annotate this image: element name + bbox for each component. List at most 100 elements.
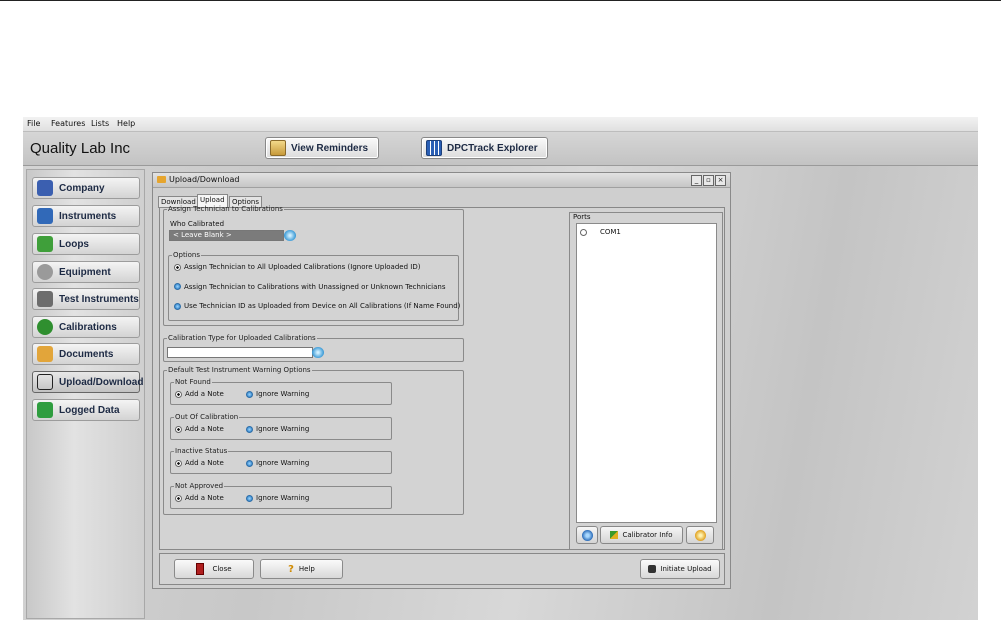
option-label-all: Assign Technician to All Uploaded Calibr… [184,263,421,271]
chevron-down-icon[interactable] [284,230,296,241]
close-label: Close [212,565,232,573]
close-button[interactable]: Close [174,559,254,579]
ports-list: COM1 [576,223,717,523]
sidebar-item-label: Calibrations [59,321,117,333]
warning-group-title: Out Of Calibration [175,413,239,421]
sidebar-item-test-instruments[interactable]: Test Instruments [32,288,140,310]
upload-download-icon [37,374,53,390]
initiate-upload-button[interactable]: Initiate Upload [640,559,720,579]
equipment-icon [37,264,53,280]
chevron-down-icon[interactable] [312,347,324,358]
power-button[interactable] [686,526,714,544]
sidebar-item-documents[interactable]: Documents [32,343,140,365]
instruments-icon [37,208,53,224]
port-label-com1: COM1 [600,228,621,236]
warning-options-legend: Default Test Instrument Warning Options [168,366,311,374]
upload-download-window: Upload/Download _ ▫ × Download Upload Op… [152,172,731,589]
dpctrack-explorer-label: DPCTrack Explorer [447,142,538,154]
test-instruments-icon [37,291,53,307]
view-reminders-label: View Reminders [291,142,369,154]
initiate-upload-label: Initiate Upload [660,565,712,573]
power-icon [694,529,706,541]
logged-data-icon [37,402,53,418]
ports-legend: Ports [573,213,591,221]
view-reminders-button[interactable]: View Reminders [265,137,379,159]
sidebar: Company Instruments Loops Equipment Test… [26,169,145,619]
help-button[interactable]: ? Help [260,559,343,579]
option-radio-all[interactable] [174,264,181,271]
ports-group: Ports COM1 Calibrator Info [569,212,723,550]
menu-lists[interactable]: Lists [91,119,109,128]
app-window: File Features Lists Help Quality Lab Inc… [23,117,978,620]
refresh-icon [581,529,593,541]
close-door-icon [196,563,205,575]
grid-icon [426,140,442,156]
ignore-warning-label: Ignore Warning [256,390,310,398]
menu-bar: File Features Lists Help [23,117,978,132]
add-note-label: Add a Note [185,494,224,502]
menu-features[interactable]: Features [51,119,85,128]
port-radio-com1[interactable] [580,229,587,236]
documents-icon [37,346,53,362]
sidebar-item-label: Logged Data [59,404,120,416]
add-note-label: Add a Note [185,390,224,398]
close-window-icon[interactable]: × [715,175,726,186]
upload-icon [648,565,657,573]
add-note-radio[interactable] [175,460,182,467]
assign-technician-legend: Assign Technician to Calibrations [168,205,283,213]
sidebar-item-upload-download[interactable]: Upload/Download [32,371,144,393]
minimize-icon[interactable]: _ [691,175,702,186]
window-icon [157,176,166,183]
help-icon: ? [288,563,294,575]
calibrator-info-button[interactable]: Calibrator Info [600,526,683,544]
ignore-warning-label: Ignore Warning [256,459,310,467]
sidebar-item-label: Instruments [59,210,117,222]
add-note-radio[interactable] [175,426,182,433]
refresh-ports-button[interactable] [576,526,598,544]
warning-group-title: Inactive Status [175,447,228,455]
options-legend: Options [173,251,201,259]
calibration-type-select[interactable] [167,347,313,358]
clipboard-icon [270,140,286,156]
add-note-radio[interactable] [175,391,182,398]
sidebar-item-label: Company [59,182,105,194]
warning-group-title: Not Found [175,378,211,386]
add-note-label: Add a Note [185,459,224,467]
sidebar-item-instruments[interactable]: Instruments [32,205,140,227]
add-note-radio[interactable] [175,495,182,502]
sidebar-item-company[interactable]: Company [32,177,140,199]
menu-help[interactable]: Help [117,119,135,128]
option-label-device-id: Use Technician ID as Uploaded from Devic… [184,302,461,310]
upload-panel: Assign Technician to Calibrations Who Ca… [159,205,725,550]
sidebar-item-label: Test Instruments [59,293,139,305]
sidebar-item-calibrations[interactable]: Calibrations [32,316,140,338]
sidebar-item-label: Upload/Download [59,376,144,388]
calibration-type-legend: Calibration Type for Uploaded Calibratio… [168,334,316,342]
top-rule [0,0,1001,1]
calibrator-icon [610,531,619,539]
ignore-warning-radio[interactable] [246,460,253,467]
loops-icon [37,236,53,252]
ignore-warning-radio[interactable] [246,495,253,502]
option-radio-device-id[interactable] [174,303,181,310]
company-icon [37,180,53,196]
sidebar-item-equipment[interactable]: Equipment [32,261,140,283]
who-calibrated-label: Who Calibrated [170,220,225,228]
ignore-warning-radio[interactable] [246,426,253,433]
sidebar-item-label: Equipment [59,266,111,278]
dpctrack-explorer-button[interactable]: DPCTrack Explorer [421,137,548,159]
ignore-warning-radio[interactable] [246,391,253,398]
window-title: Upload/Download [169,175,240,184]
menu-file[interactable]: File [27,119,40,128]
sidebar-item-label: Documents [59,348,114,360]
sidebar-item-loops[interactable]: Loops [32,233,140,255]
bottom-bar: Close ? Help Initiate Upload [159,553,725,585]
calibrations-icon [37,319,53,335]
who-calibrated-select[interactable]: < Leave Blank > [169,230,284,241]
sidebar-item-logged-data[interactable]: Logged Data [32,399,140,421]
warning-group-title: Not Approved [175,482,224,490]
restore-icon[interactable]: ▫ [703,175,714,186]
calibrator-info-label: Calibrator Info [622,531,673,539]
option-radio-unassigned[interactable] [174,283,181,290]
option-label-unassigned: Assign Technician to Calibrations with U… [184,283,446,291]
